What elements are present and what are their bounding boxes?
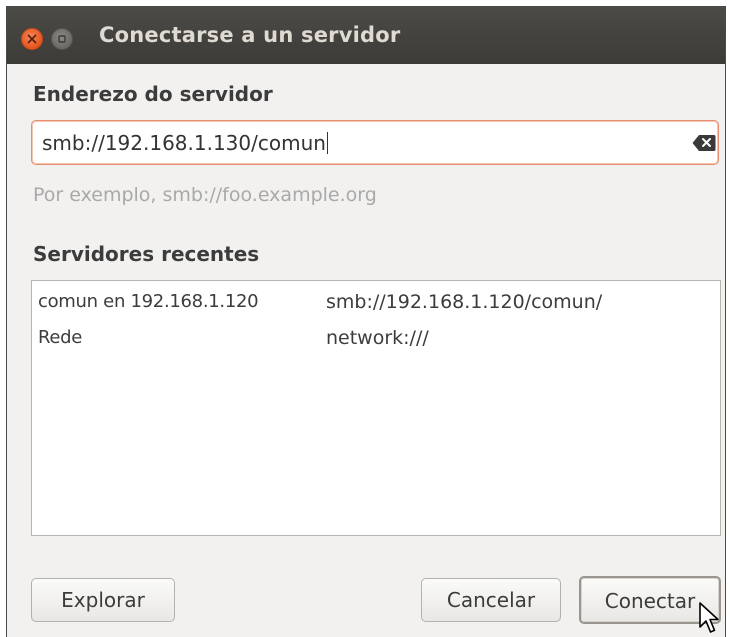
- server-address-input[interactable]: smb://192.168.1.130/comun: [31, 120, 719, 165]
- recent-server-uri: network:///: [326, 327, 429, 349]
- minimize-icon[interactable]: [51, 28, 73, 50]
- mouse-pointer-icon: [699, 602, 719, 633]
- recent-servers-list[interactable]: comun en 192.168.1.120 smb://192.168.1.1…: [31, 280, 721, 536]
- cancel-button[interactable]: Cancelar: [421, 578, 561, 622]
- server-address-label: Enderezo do servidor: [33, 82, 273, 106]
- window-title: Conectarse a un servidor: [99, 23, 401, 47]
- recent-server-name: comun en 192.168.1.120: [38, 291, 259, 312]
- explore-button[interactable]: Explorar: [31, 578, 175, 622]
- close-icon[interactable]: [21, 28, 43, 50]
- server-address-value[interactable]: smb://192.168.1.130/comun: [42, 131, 328, 155]
- recent-servers-label: Servidores recentes: [33, 242, 260, 266]
- clear-text-icon[interactable]: [692, 134, 716, 152]
- address-example-hint: Por exemplo, smb://foo.example.org: [33, 184, 377, 206]
- list-item[interactable]: Rede network:///: [32, 321, 720, 355]
- connect-to-server-dialog: Conectarse a un servidor Enderezo do ser…: [6, 6, 726, 637]
- recent-server-uri: smb://192.168.1.120/comun/: [326, 291, 603, 313]
- titlebar[interactable]: Conectarse a un servidor: [7, 6, 725, 64]
- list-item[interactable]: comun en 192.168.1.120 smb://192.168.1.1…: [32, 285, 720, 319]
- recent-server-name: Rede: [38, 327, 83, 348]
